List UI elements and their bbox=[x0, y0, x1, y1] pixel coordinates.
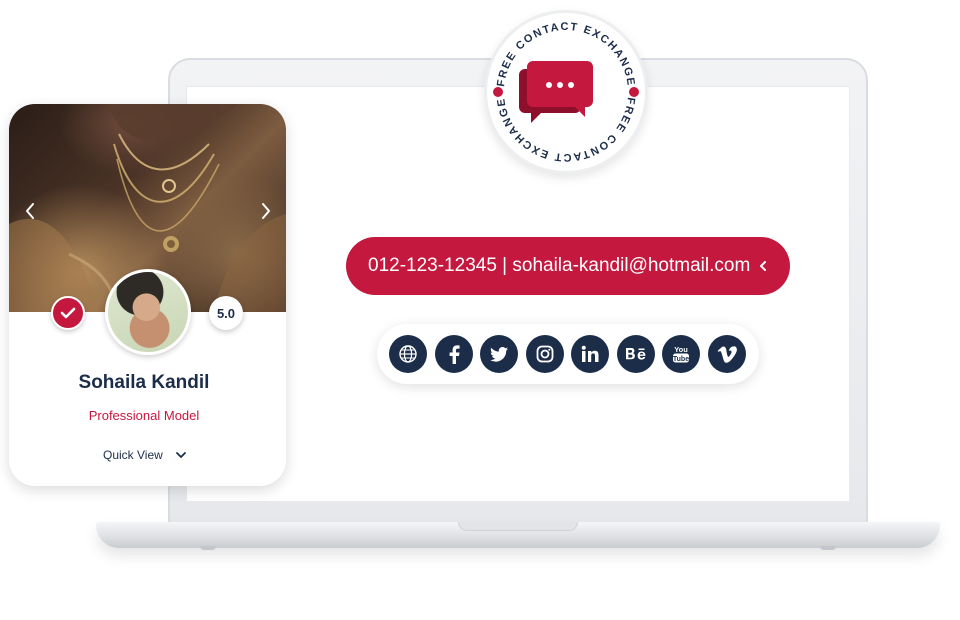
facebook-icon[interactable] bbox=[435, 335, 473, 373]
profile-role: Professional Model bbox=[88, 408, 200, 423]
quick-view-button[interactable]: Quick View bbox=[103, 446, 187, 464]
chevron-left-icon[interactable] bbox=[23, 201, 37, 221]
badge-dot-left bbox=[493, 87, 503, 97]
globe-icon[interactable] bbox=[389, 335, 427, 373]
contact-info-pill[interactable]: 012-123-12345 | sohaila-kandil@hotmail.c… bbox=[346, 237, 790, 295]
profile-name: Sohaila Kandil bbox=[78, 372, 210, 393]
badge-graphic: FREE CONTACT EXCHANGE FREE CONTACT EXCHA… bbox=[493, 21, 639, 163]
chevron-right-icon[interactable] bbox=[259, 201, 273, 221]
instagram-icon[interactable] bbox=[526, 335, 564, 373]
youtube-icon[interactable]: You Tube bbox=[662, 335, 700, 373]
laptop-foot bbox=[820, 546, 836, 550]
contact-exchange-badge: FREE CONTACT EXCHANGE FREE CONTACT EXCHA… bbox=[484, 10, 648, 174]
linkedin-icon[interactable] bbox=[571, 335, 609, 373]
quick-view-label: Quick View bbox=[103, 448, 163, 462]
twitter-icon[interactable] bbox=[480, 335, 518, 373]
laptop-foot bbox=[200, 546, 216, 550]
chevron-down-icon bbox=[175, 452, 186, 458]
badge-dot-right bbox=[629, 87, 639, 97]
profile-card[interactable]: 5.0 Sohaila Kandil Professional Model Qu… bbox=[9, 104, 286, 486]
chat-bubbles-icon bbox=[519, 61, 593, 123]
verified-check-icon bbox=[51, 296, 85, 330]
vimeo-icon[interactable] bbox=[708, 335, 746, 373]
avatar bbox=[105, 269, 191, 355]
laptop-notch bbox=[458, 522, 578, 531]
svg-text:You: You bbox=[674, 345, 688, 354]
contact-info-text: 012-123-12345 | sohaila-kandil@hotmail.c… bbox=[368, 255, 751, 276]
svg-text:Tube: Tube bbox=[673, 356, 689, 363]
stage: FREE CONTACT EXCHANGE FREE CONTACT EXCHA… bbox=[0, 0, 960, 620]
behance-icon[interactable] bbox=[617, 335, 655, 373]
social-links-bar: You Tube bbox=[377, 324, 759, 384]
chevron-left-icon[interactable] bbox=[758, 256, 768, 276]
rating-badge: 5.0 bbox=[209, 296, 243, 330]
